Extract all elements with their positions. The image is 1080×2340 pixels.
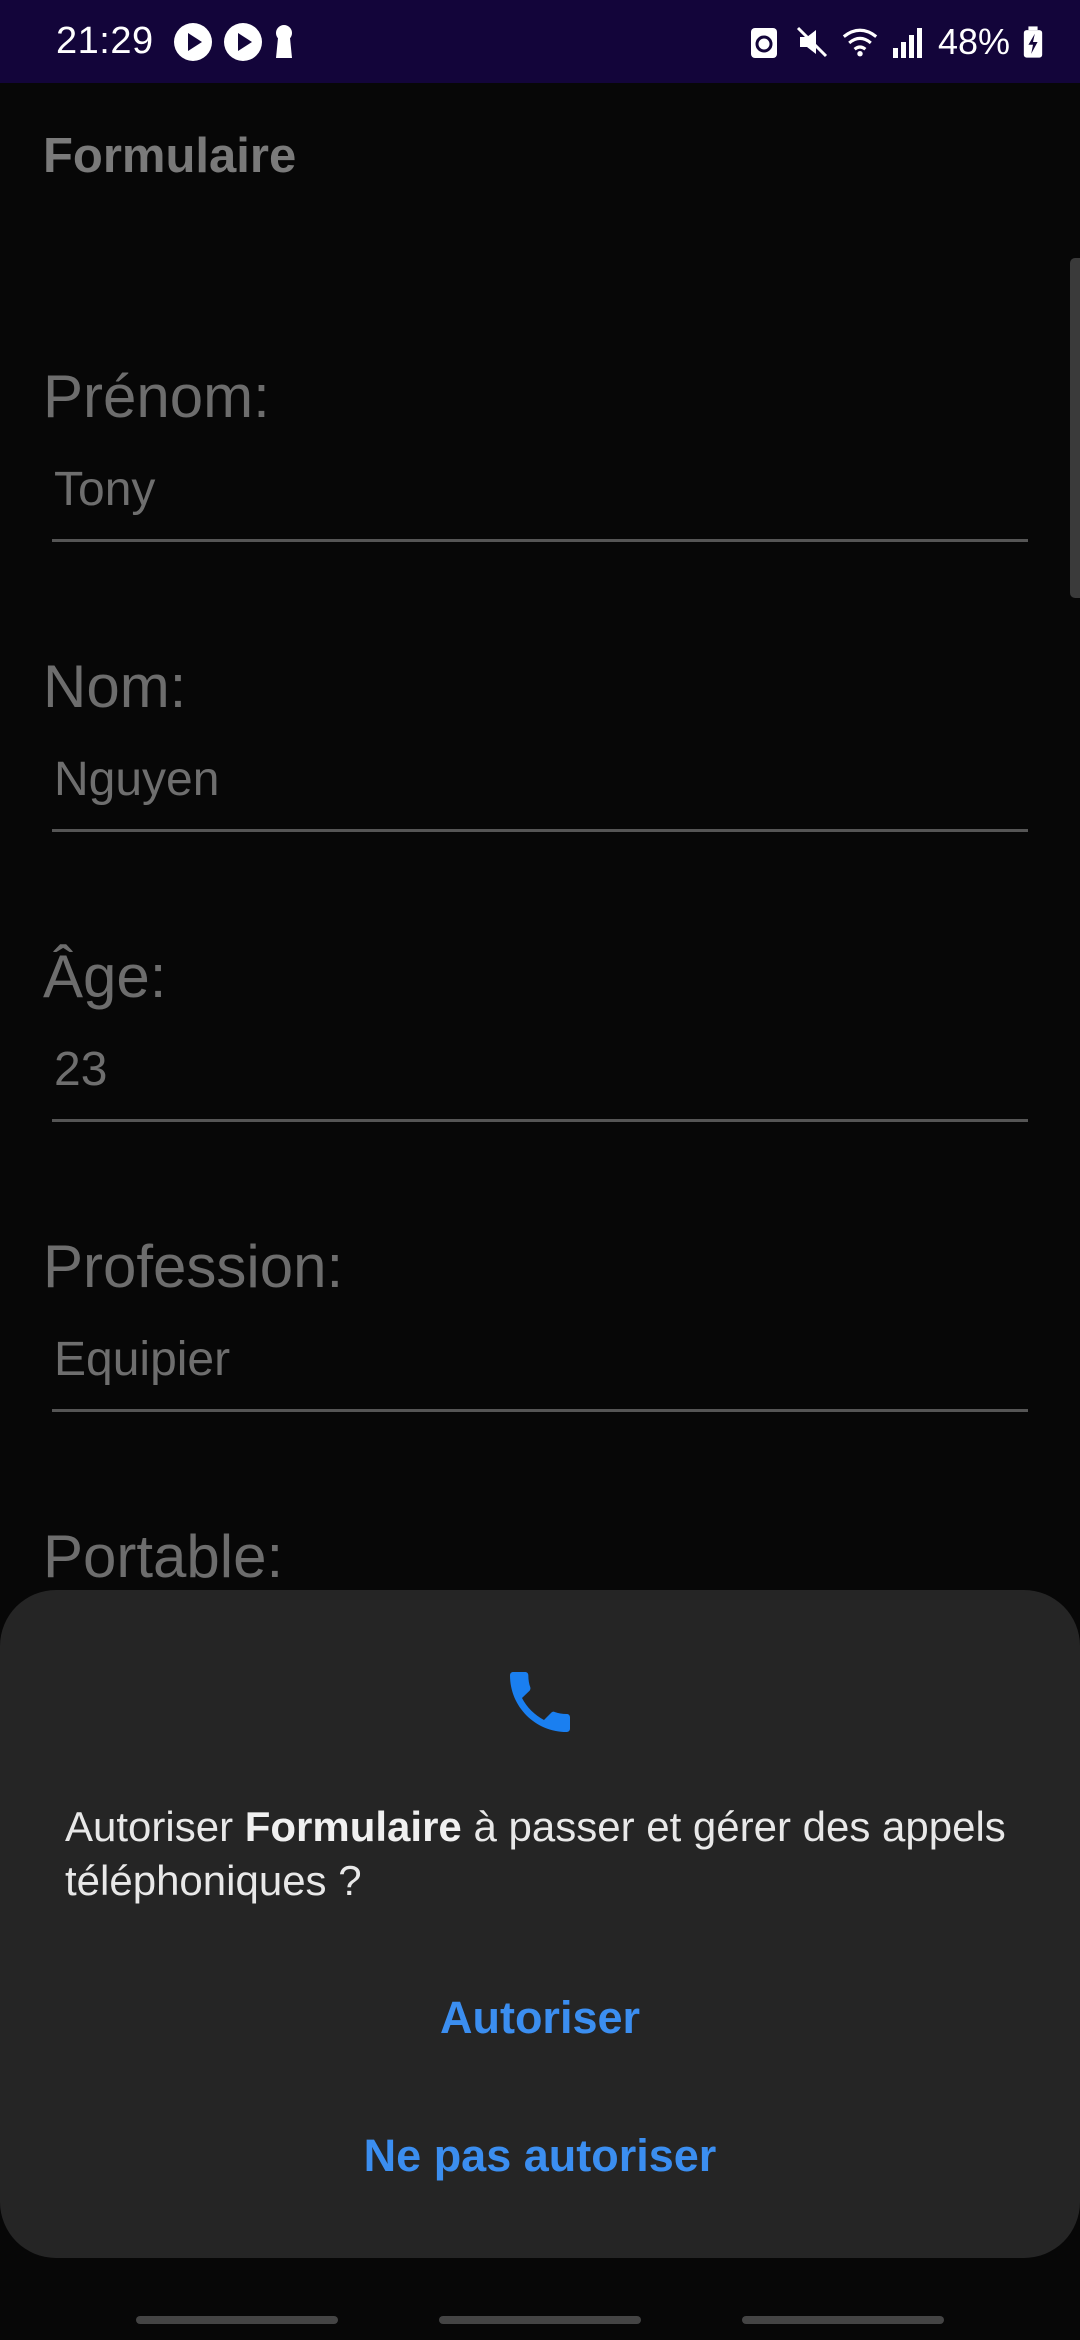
permission-prompt: Autoriser Formulaire à passer et gérer d… <box>65 1800 1015 1908</box>
age-label: Âge: <box>43 943 167 1010</box>
nav-back-button[interactable] <box>742 2316 944 2324</box>
last-name-label: Nom: <box>43 653 187 720</box>
mute-icon <box>796 26 827 57</box>
last-name-input[interactable]: Nguyen <box>52 752 1028 832</box>
status-time: 21:29 <box>56 20 154 62</box>
signal-icon <box>892 27 922 58</box>
play-icon <box>173 22 212 61</box>
nav-recents-button[interactable] <box>136 2316 338 2324</box>
recycle-icon <box>750 27 777 58</box>
age-input[interactable]: 23 <box>52 1042 1028 1122</box>
nav-home-button[interactable] <box>439 2316 641 2324</box>
profession-label: Profession: <box>43 1233 344 1300</box>
prompt-prefix: Autoriser <box>65 1803 245 1850</box>
deny-button[interactable]: Ne pas autoriser <box>0 2130 1080 2182</box>
status-bar: 21:29 48% <box>0 0 1080 83</box>
status-left: 21:29 <box>56 20 294 63</box>
phone-icon <box>510 1672 570 1732</box>
scrollbar[interactable] <box>1070 258 1080 598</box>
permission-dialog: Autoriser Formulaire à passer et gérer d… <box>0 1590 1080 2258</box>
wifi-icon <box>842 28 878 56</box>
navigation-bar <box>0 2300 1080 2340</box>
mobile-label: Portable: <box>43 1523 284 1590</box>
play-icon <box>223 22 262 61</box>
prompt-app-name: Formulaire <box>244 1803 462 1850</box>
page-title: Formulaire <box>43 129 297 183</box>
keyhole-icon <box>275 24 292 58</box>
battery-percent: 48% <box>937 20 1010 62</box>
first-name-input[interactable]: Tony <box>52 462 1028 542</box>
allow-button[interactable]: Autoriser <box>0 1992 1080 2044</box>
status-right: 48% <box>746 21 1044 63</box>
profession-input[interactable]: Equipier <box>52 1332 1028 1412</box>
first-name-label: Prénom: <box>43 363 270 430</box>
battery-charging-icon <box>1023 25 1043 58</box>
